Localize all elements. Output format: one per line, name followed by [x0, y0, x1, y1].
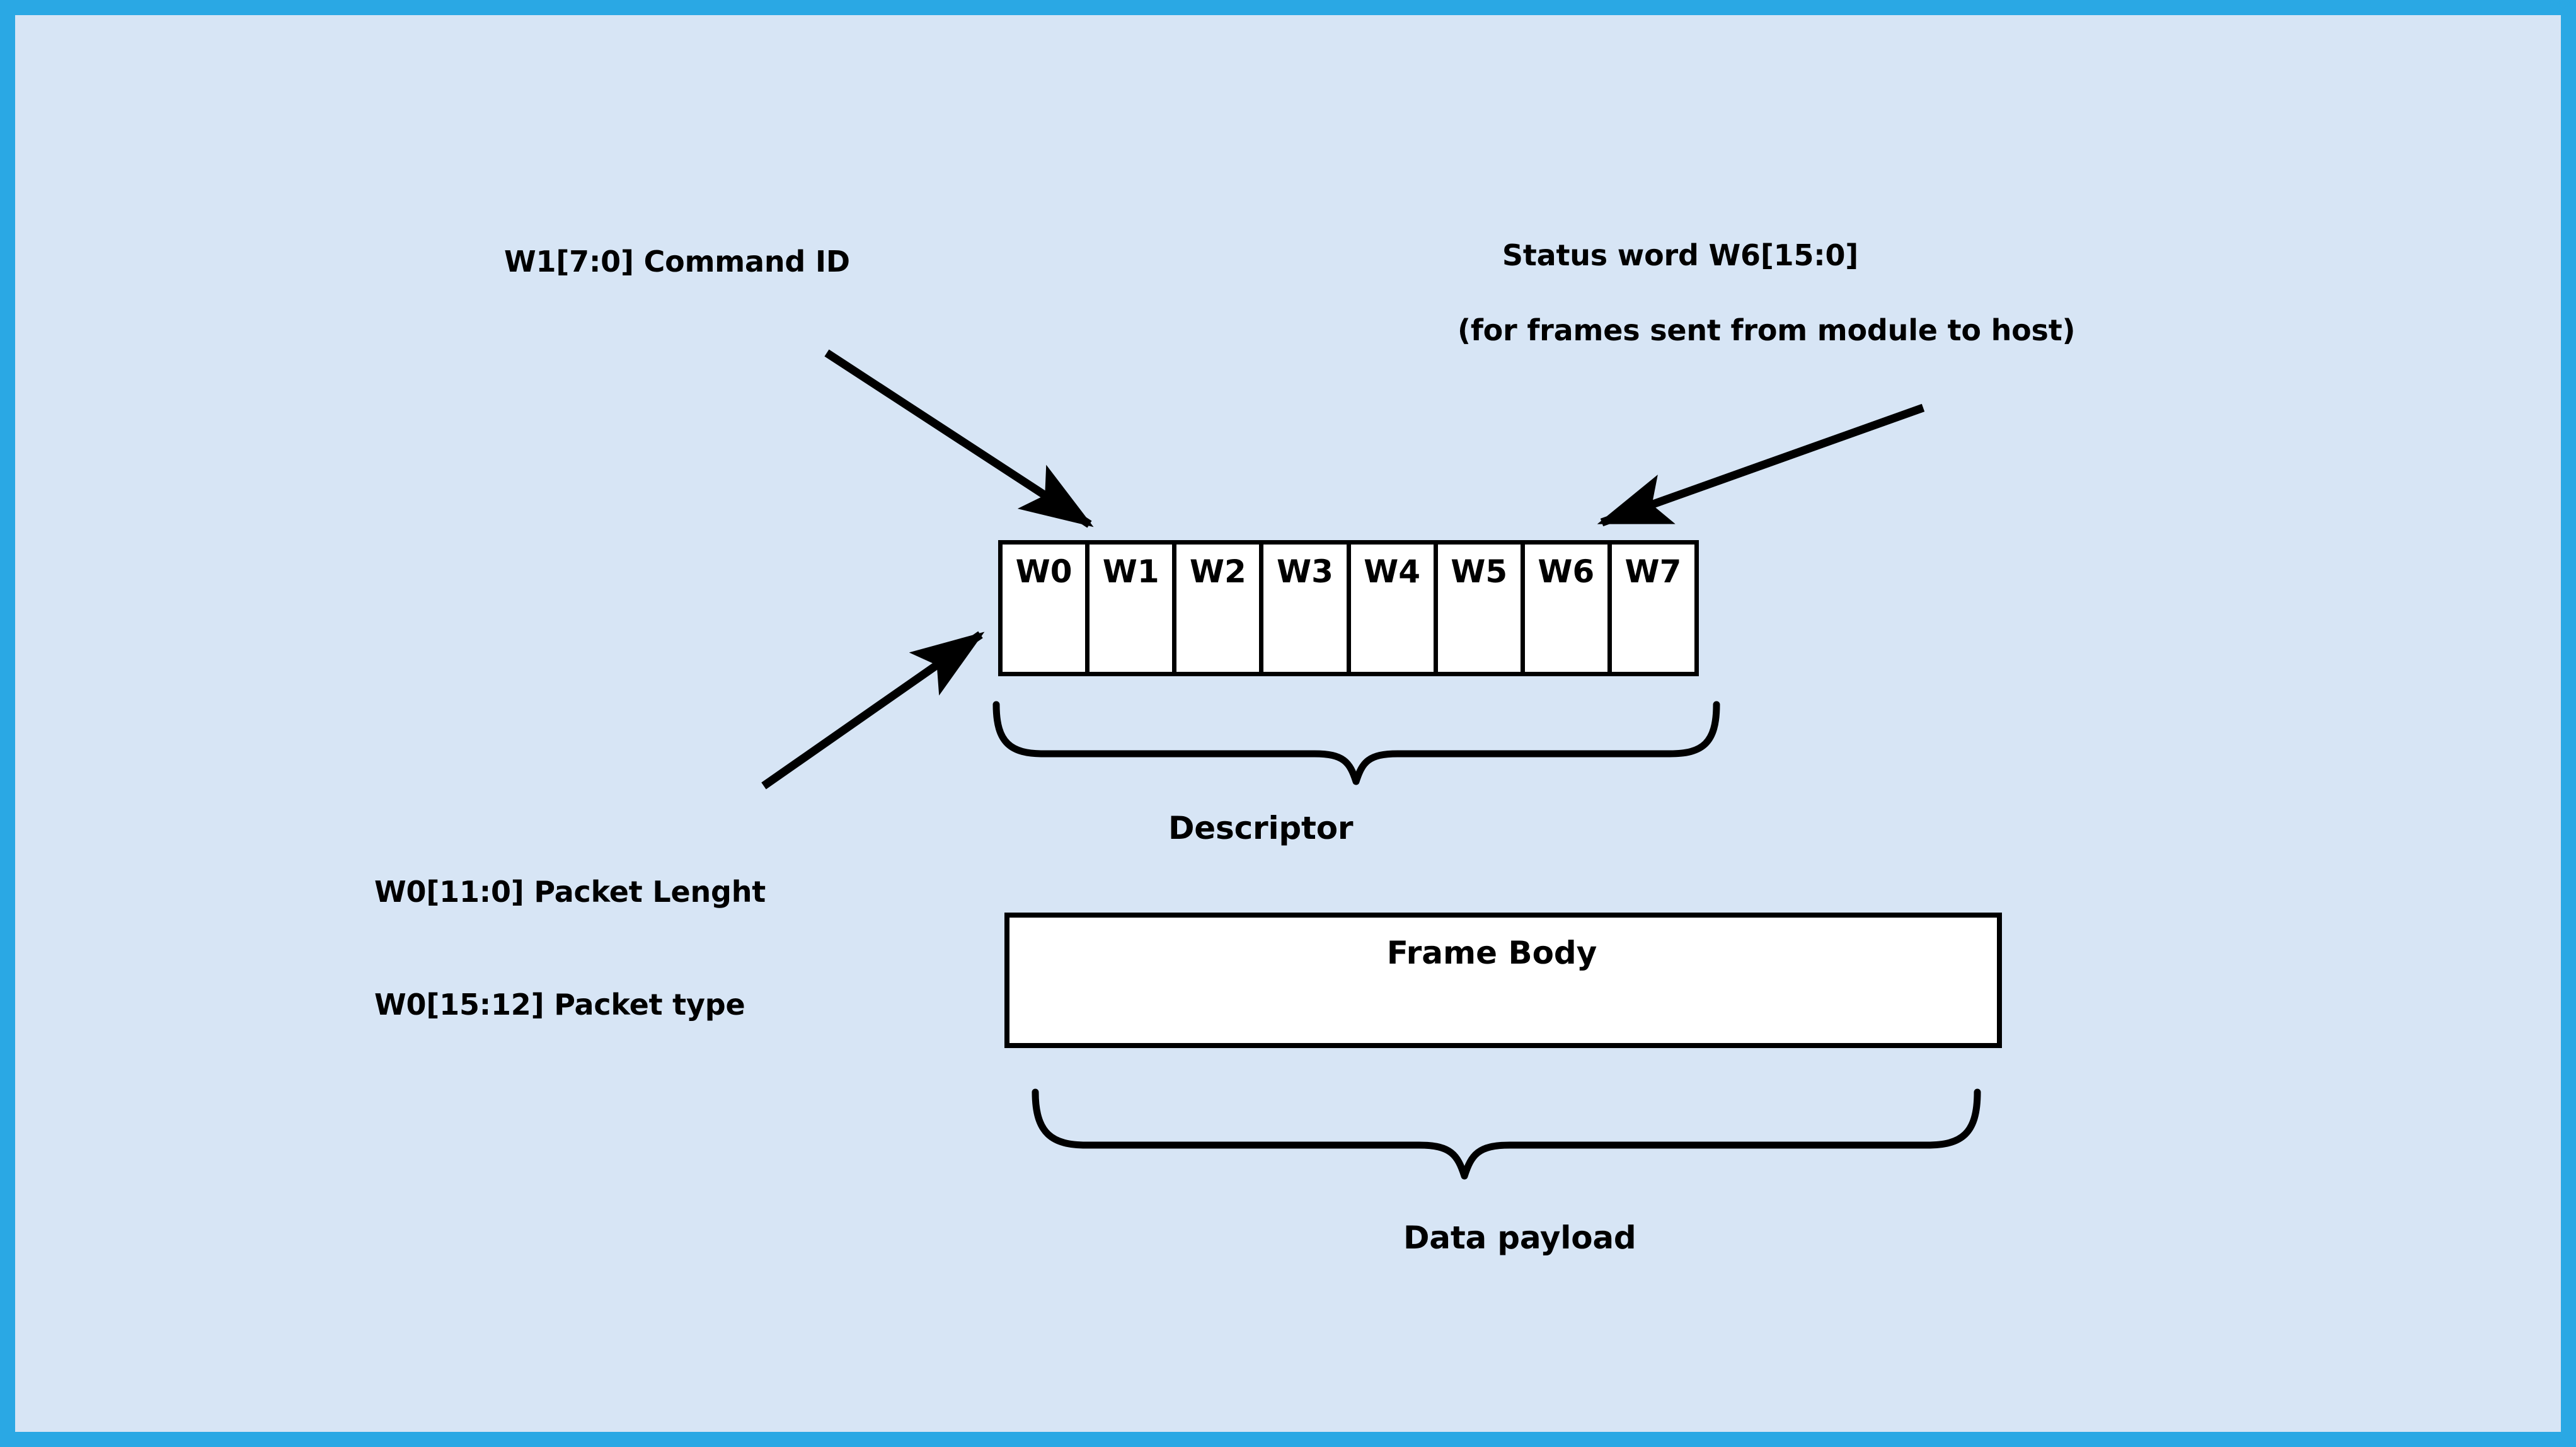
packet-fields-annotation: W0[11:0] Packet Lenght W0[15:12] Packet … — [374, 798, 766, 1099]
word-cell-label: W0 — [1015, 553, 1072, 590]
status-word-line1: Status word W6[15:0] — [1502, 238, 1859, 272]
word-cell-label: W6 — [1538, 553, 1595, 590]
command-id-annotation: W1[7:0] Command ID — [504, 245, 850, 279]
data-payload-brace — [1032, 1088, 1981, 1180]
data-payload-brace-label: Data payload — [1403, 1219, 1636, 1256]
word-cell-w0: W0 — [1003, 545, 1090, 672]
word-cell-w4: W4 — [1350, 545, 1438, 672]
frame-body-label: Frame Body — [1386, 935, 1597, 971]
word-cell-label: W1 — [1102, 553, 1159, 590]
frame-body-box: Frame Body — [1004, 913, 2002, 1048]
descriptor-brace — [992, 701, 1720, 785]
descriptor-word-strip: W0 W1 W2 W3 W4 W5 W6 W7 — [998, 540, 1699, 676]
word-cell-w6: W6 — [1524, 545, 1612, 672]
command-id-arrow — [824, 349, 1094, 528]
word-cell-w7: W7 — [1611, 545, 1694, 672]
word-cell-w3: W3 — [1263, 545, 1351, 672]
word-cell-w5: W5 — [1437, 545, 1525, 672]
word-cell-label: W2 — [1189, 553, 1246, 590]
word-cell-w1: W1 — [1090, 545, 1177, 672]
packet-length-label: W0[11:0] Packet Lenght — [374, 874, 766, 909]
status-word-annotation: Status word W6[15:0] (for frames sent fr… — [1442, 199, 2076, 425]
diagram-vector-overlay — [761, 349, 1981, 1180]
status-word-line2: (for frames sent from module to host) — [1458, 313, 2076, 348]
packet-type-label: W0[15:12] Packet type — [374, 987, 745, 1022]
descriptor-brace-label: Descriptor — [1168, 810, 1354, 846]
word-cell-label: W3 — [1276, 553, 1333, 590]
word-cell-w2: W2 — [1176, 545, 1264, 672]
word-cell-label: W4 — [1364, 553, 1421, 590]
diagram-root: W1[7:0] Command ID Status word W6[15:0] … — [0, 0, 2576, 1447]
word-cell-label: W5 — [1451, 553, 1508, 590]
packet-fields-arrow — [761, 631, 985, 790]
word-cell-label: W7 — [1624, 553, 1682, 590]
diagram-canvas: W1[7:0] Command ID Status word W6[15:0] … — [15, 15, 2561, 1432]
